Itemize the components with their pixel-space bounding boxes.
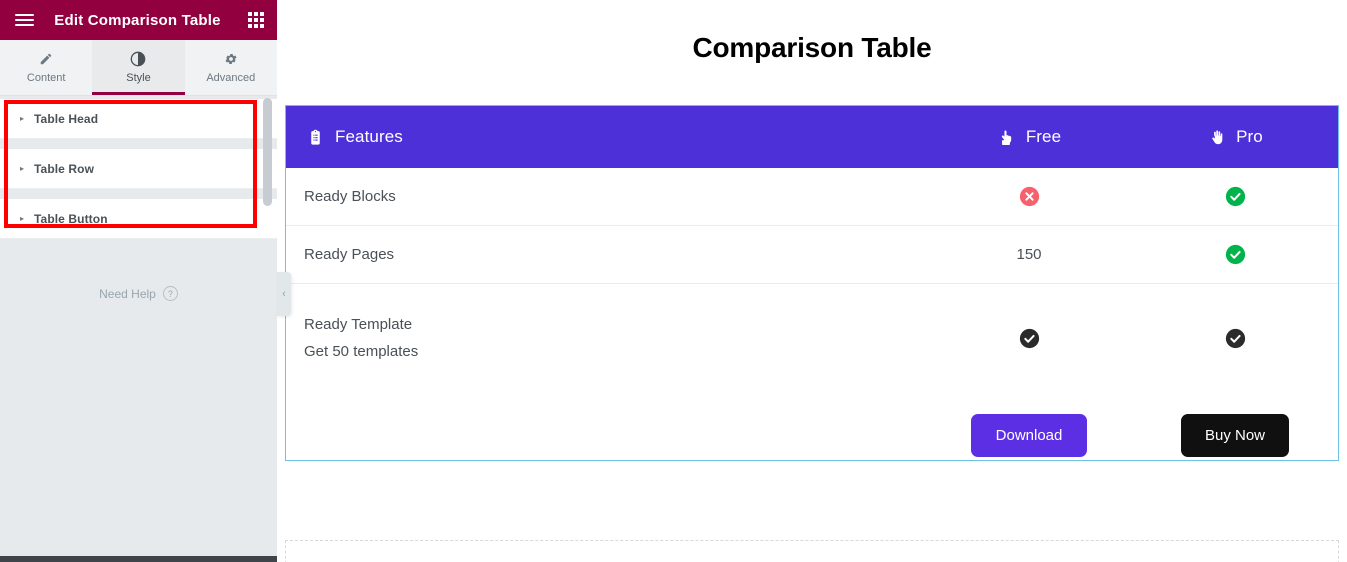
need-help-link[interactable]: Need Help ? <box>0 286 277 301</box>
check-circle-icon <box>1225 244 1246 265</box>
comparison-table-widget[interactable]: Features Free Pro Ready Blocks Ready Pag… <box>285 105 1339 461</box>
button-cell-free: Download <box>926 413 1132 457</box>
chevron-right-icon: ▸ <box>20 213 25 223</box>
table-button-row: Download Buy Now <box>286 392 1338 478</box>
pointing-hand-icon <box>997 127 1017 147</box>
preview-canvas: Comparison Table Features Free Pro Ready… <box>277 0 1347 562</box>
page-title: Comparison Table <box>692 32 932 63</box>
hamburger-menu-icon[interactable] <box>4 0 44 40</box>
button-cell-pro: Buy Now <box>1132 413 1338 457</box>
chevron-right-icon: ▸ <box>20 163 25 173</box>
style-sections: ▸ Table Head ▸ Table Row ▸ Table Button <box>0 96 277 239</box>
gear-icon <box>224 51 238 67</box>
tab-content-label: Content <box>26 72 66 84</box>
table-header-row: Features Free Pro <box>286 106 1338 168</box>
tab-advanced[interactable]: Advanced <box>185 40 277 95</box>
header-label-free: Free <box>1025 127 1062 146</box>
header-label-features: Features <box>335 127 403 146</box>
table-row: Ready Template Get 50 templates <box>286 284 1338 392</box>
cell-feature: Ready Blocks <box>304 188 396 205</box>
tab-style-label: Style <box>126 72 151 84</box>
download-button[interactable]: Download <box>970 413 1088 457</box>
question-circle-icon: ? <box>162 286 178 301</box>
section-table-head-label: Table Head <box>34 111 99 126</box>
need-help-label: Need Help <box>99 286 156 301</box>
section-table-row[interactable]: ▸ Table Row <box>0 149 277 189</box>
raised-hand-icon <box>1207 127 1227 147</box>
cell-free-value <box>926 328 1132 349</box>
panel-scrollbar[interactable] <box>263 96 272 562</box>
cell-free-value: 150 <box>1016 246 1042 263</box>
tab-advanced-label: Advanced <box>206 72 256 84</box>
check-circle-icon <box>1225 328 1246 349</box>
section-table-button-label: Table Button <box>34 211 108 226</box>
section-table-button[interactable]: ▸ Table Button <box>0 199 277 239</box>
cell-feature: Ready Pages <box>304 246 395 263</box>
contrast-half-circle-icon <box>130 51 146 67</box>
check-circle-icon <box>1225 186 1246 207</box>
editor-panel: Edit Comparison Table Content Style Adva… <box>0 0 277 562</box>
section-drop-zone[interactable] <box>285 540 1339 562</box>
cross-circle-icon <box>1019 186 1040 207</box>
cell-feature-subtitle: Get 50 templates <box>304 343 419 360</box>
table-row: Ready Blocks <box>286 168 1338 226</box>
check-circle-icon <box>1019 328 1040 349</box>
cell-feature: Ready Template Get 50 templates <box>286 311 926 365</box>
panel-footer-bar <box>0 556 277 562</box>
header-cell-features: Features <box>286 127 926 147</box>
panel-body: ▸ Table Head ▸ Table Row ▸ Table Button … <box>0 96 277 562</box>
chevron-right-icon: ▸ <box>20 113 25 123</box>
header-label-pro: Pro <box>1236 127 1263 146</box>
grid-apps-icon[interactable] <box>239 0 273 40</box>
cell-feature-title: Ready Template <box>304 316 413 333</box>
panel-collapse-handle[interactable]: ‹ <box>277 272 291 316</box>
cell-pro-value <box>1132 186 1338 207</box>
panel-title: Edit Comparison Table <box>54 11 221 29</box>
elementor-editor: Edit Comparison Table Content Style Adva… <box>0 0 1347 562</box>
tab-content[interactable]: Content <box>0 40 92 95</box>
cell-pro-value <box>1132 328 1338 349</box>
header-cell-pro: Pro <box>1132 127 1338 147</box>
panel-scrollbar-thumb[interactable] <box>263 98 272 206</box>
cell-free-value <box>926 186 1132 207</box>
pencil-icon <box>39 51 53 67</box>
panel-header: Edit Comparison Table <box>0 0 277 40</box>
cell-pro-value <box>1132 244 1338 265</box>
panel-tabs: Content Style Advanced <box>0 40 277 96</box>
header-cell-free: Free <box>926 127 1132 147</box>
table-row: Ready Pages 150 <box>286 226 1338 284</box>
clipboard-list-icon <box>305 127 325 147</box>
buy-now-button[interactable]: Buy Now <box>1180 413 1290 457</box>
section-table-row-label: Table Row <box>34 161 95 176</box>
section-table-head[interactable]: ▸ Table Head <box>0 99 277 139</box>
tab-style[interactable]: Style <box>92 40 185 95</box>
